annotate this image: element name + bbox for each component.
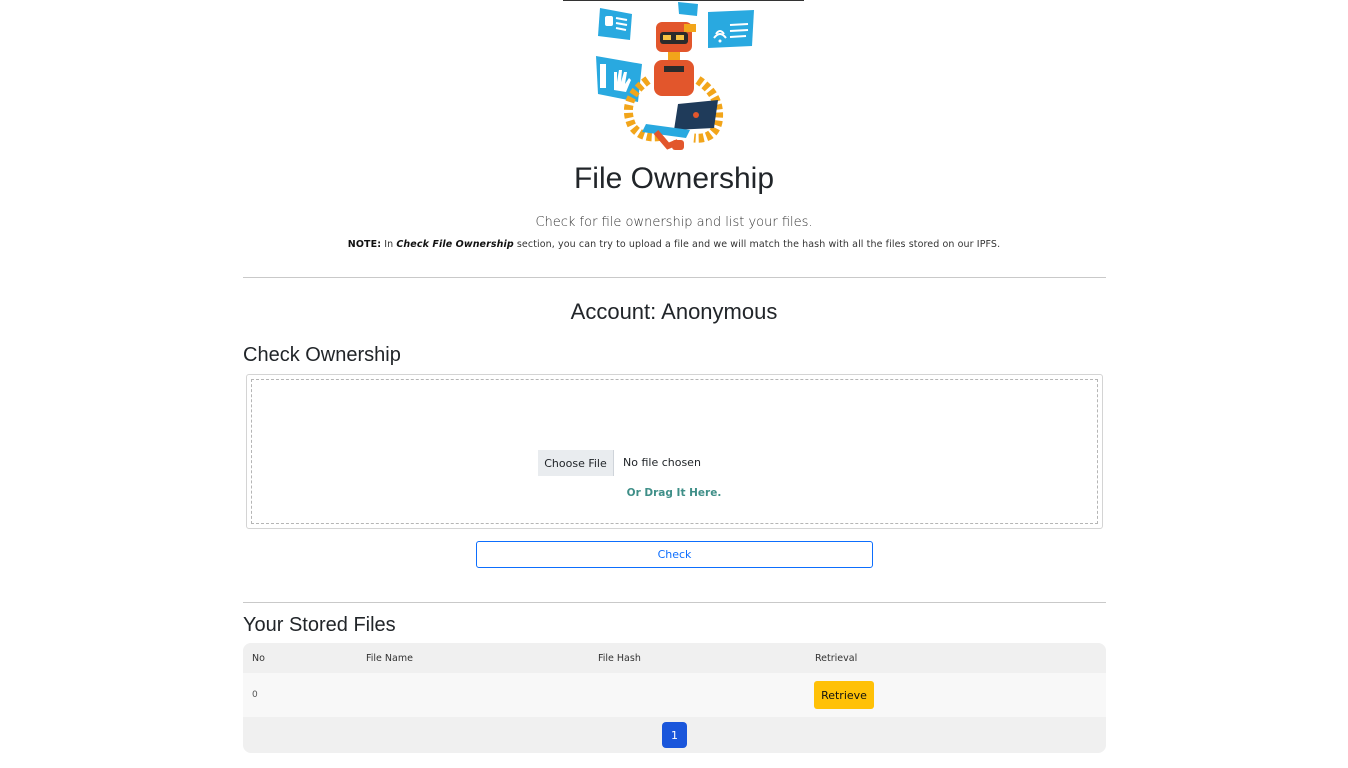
drop-zone-dashed-border — [251, 379, 1098, 524]
drag-hint-text: Or Drag It Here. — [626, 487, 722, 499]
column-header-no: No — [252, 653, 265, 664]
note-post: section, you can try to upload a file an… — [513, 239, 1001, 250]
stored-files-title: Your Stored Files — [243, 614, 396, 636]
check-button[interactable]: Check — [476, 541, 873, 568]
robot-illustration — [590, 0, 760, 158]
note-label: NOTE: — [347, 239, 382, 250]
page-title: File Ownership — [573, 162, 775, 195]
note-text: NOTE: In Check File Ownership section, y… — [0, 239, 1348, 250]
column-header-file-name: File Name — [366, 653, 413, 664]
page-subtitle: Check for file ownership and list your f… — [535, 215, 813, 230]
section-divider — [243, 277, 1106, 278]
cell-no: 0 — [252, 690, 258, 700]
pagination-page-1[interactable]: 1 — [662, 722, 687, 748]
account-heading: Account: Anonymous — [570, 299, 778, 324]
wifi-screen-icon — [708, 10, 754, 48]
table-row: 0 Retrieve — [243, 673, 1106, 717]
column-header-file-hash: File Hash — [598, 653, 641, 664]
section-divider — [243, 602, 1106, 603]
table-header: No File Name File Hash Retrieval — [243, 643, 1106, 673]
note-pre: In — [381, 239, 397, 250]
note-emphasis: Check File Ownership — [396, 239, 514, 250]
choose-file-button[interactable]: Choose File — [538, 450, 614, 476]
check-ownership-title: Check Ownership — [243, 344, 401, 366]
stored-files-table: No File Name File Hash Retrieval 0 Retri… — [243, 643, 1106, 753]
floating-screen-icon — [598, 8, 632, 40]
column-header-retrieval: Retrieval — [815, 653, 858, 664]
file-status-text: No file chosen — [623, 456, 701, 469]
retrieve-button[interactable]: Retrieve — [814, 681, 874, 709]
file-drop-zone[interactable] — [246, 374, 1103, 529]
